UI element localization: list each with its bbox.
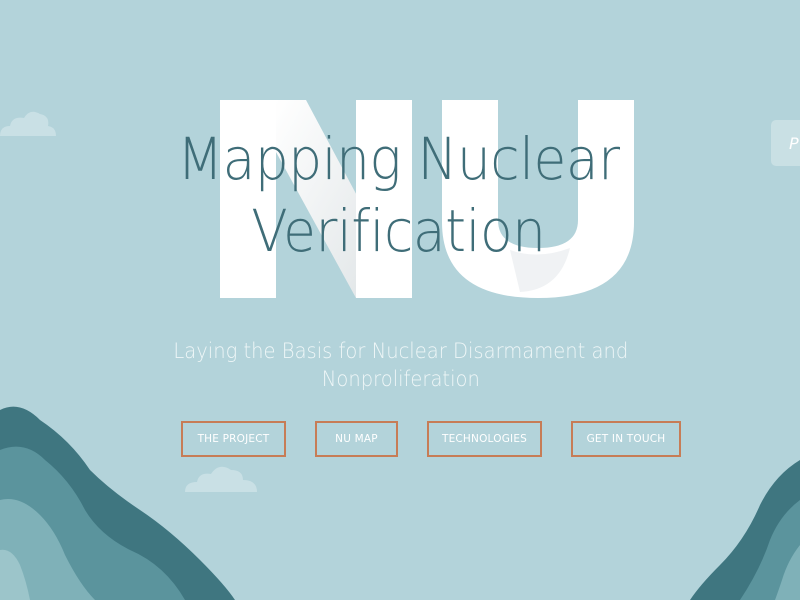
title-line-2: Verification [251, 197, 546, 265]
title-line-1: Mapping Nuclear [177, 125, 620, 193]
subtitle-line-1: Laying the Basis for Nuclear Disarmament… [173, 339, 629, 363]
get-in-touch-label: GET IN TOUCH [586, 433, 666, 445]
technologies-label: TECHNOLOGIES [441, 433, 528, 445]
hills-right-decoration [690, 460, 800, 600]
nu-map-button[interactable]: NU MAP [315, 421, 398, 457]
the-project-button[interactable]: THE PROJECT [181, 421, 286, 457]
hero-section: P Mapping Nuclear Verification Laying th… [0, 0, 800, 600]
page-subtitle: Laying the Basis for Nuclear Disarmament… [0, 337, 800, 393]
page-title: Mapping Nuclear Verification [0, 123, 797, 267]
get-in-touch-button[interactable]: GET IN TOUCH [571, 421, 681, 457]
nu-map-label: NU MAP [335, 433, 378, 445]
subtitle-line-2: Nonproliferation [321, 367, 480, 391]
technologies-button[interactable]: TECHNOLOGIES [427, 421, 542, 457]
the-project-label: THE PROJECT [197, 433, 270, 445]
